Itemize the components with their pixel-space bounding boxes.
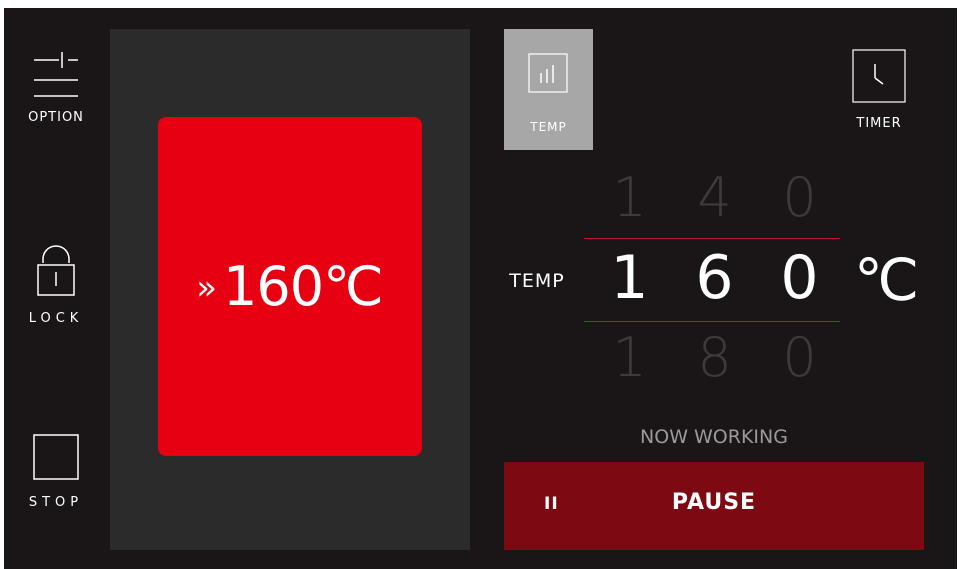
picker-divider-top [584,238,840,239]
pause-button[interactable]: II PAUSE [504,462,924,550]
picker-digit: 1 [612,326,647,389]
lock-button[interactable]: LOCK [4,243,108,333]
tab-temp-label: TEMP [530,120,567,134]
stop-button[interactable]: STOP [4,433,108,523]
picker-digit: 4 [697,166,732,229]
temp-picker-label: TEMP [509,270,565,292]
picker-digit: 0 [782,326,817,389]
lock-icon [37,245,75,296]
stop-square-icon [33,434,79,480]
bar-chart-icon [528,53,568,93]
stop-label: STOP [28,495,84,510]
oven-control-screen: OPTION LOCK STOP » 160 ℃ TEMP TIMER 1 4 … [4,8,957,569]
tab-temp[interactable]: TEMP [504,29,593,150]
picker-digit: 1 [612,166,647,229]
picker-divider-bottom [584,321,840,322]
picker-digit: 0 [782,166,817,229]
clock-icon [852,49,906,103]
tab-timer[interactable]: TIMER [842,48,916,148]
status-text: NOW WORKING [640,426,788,448]
lock-label: LOCK [28,311,84,326]
heating-chevron-icon: » [196,267,218,308]
picker-digit-current: 1 [610,243,649,313]
picker-digit-current: 0 [780,243,819,313]
option-button[interactable]: OPTION [4,48,108,140]
picker-digit-current: 6 [695,243,734,313]
temp-picker-current-row[interactable]: 1 6 0 [587,243,842,313]
pause-label: PAUSE [671,490,757,515]
current-temp-value: 160 [223,255,324,318]
option-sliders-icon [34,52,78,97]
tab-timer-label: TIMER [856,116,902,131]
temp-picker-next-row[interactable]: 1 8 0 [587,326,842,389]
temp-picker-prev-row[interactable]: 1 4 0 [587,166,842,229]
option-label: OPTION [28,110,84,125]
current-temp-unit: ℃ [323,255,384,318]
picker-digit: 8 [697,326,732,389]
temp-picker-unit: ℃ [854,246,920,314]
current-temp-card: » 160 ℃ [158,117,422,456]
